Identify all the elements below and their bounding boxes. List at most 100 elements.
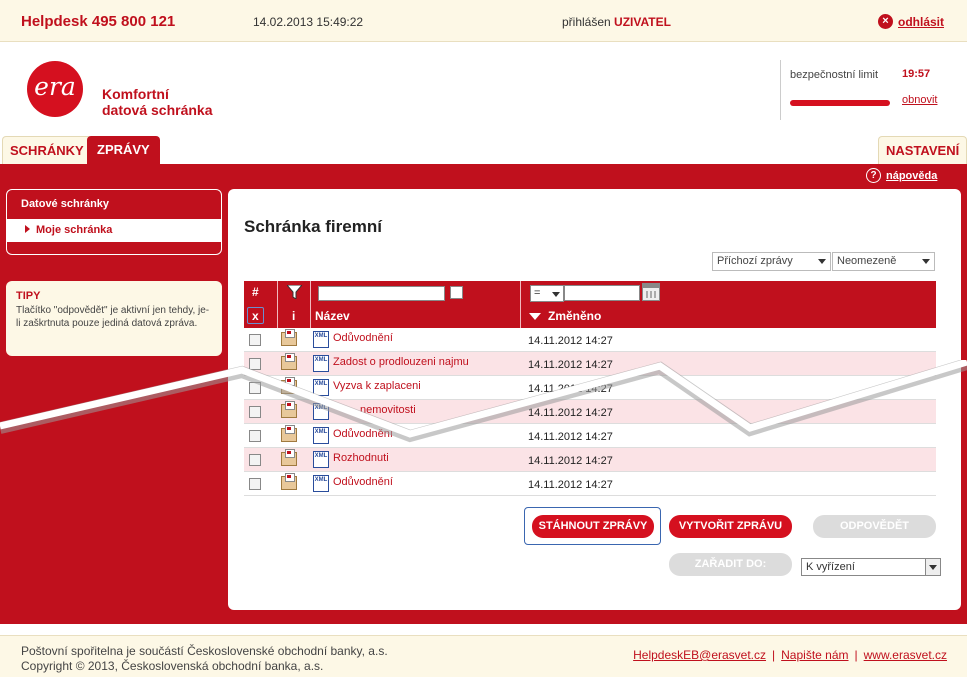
row-checkbox[interactable] (249, 454, 261, 466)
security-limit-bar (790, 100, 890, 106)
footer-copyright: Copyright © 2013, Československá obchodn… (21, 659, 324, 673)
help-link[interactable]: ? nápověda (866, 168, 937, 183)
row-checkbox[interactable] (249, 406, 261, 418)
footer-links: HelpdeskEB@erasvet.cz | Napište nám | ww… (633, 648, 947, 662)
page-title: Schránka firemní (244, 217, 382, 236)
hash-header: # (252, 285, 259, 299)
envelope-icon (281, 377, 297, 394)
message-type-select[interactable]: Příchozí zprávy (712, 252, 831, 271)
envelope-icon (281, 473, 297, 490)
tab-nastaveni[interactable]: NASTAVENÍ (878, 136, 967, 164)
name-column-header[interactable]: Název (315, 309, 350, 323)
login-prefix: přihlášen (562, 15, 611, 29)
assign-to-button[interactable]: ZAŘADIT DO: (669, 553, 792, 576)
filter-row: # = (244, 281, 936, 304)
logout-link[interactable]: × odhlásit (878, 14, 944, 29)
xml-doc-icon: XML (313, 427, 329, 444)
website-link[interactable]: www.erasvet.cz (864, 648, 947, 662)
envelope-icon (281, 401, 297, 418)
table-row[interactable]: XML nemovitosti 14.11.2012 14:27 (244, 400, 936, 424)
tab-zpravy[interactable]: ZPRÁVY (87, 136, 160, 164)
row-checkbox[interactable] (249, 478, 261, 490)
tab-schranky[interactable]: SCHRÁNKY (2, 136, 92, 164)
xml-doc-icon: XML (313, 379, 329, 396)
brand-line-2: datová schránka (102, 102, 213, 118)
limit-select[interactable]: Neomezeně (832, 252, 935, 271)
chevron-down-icon (818, 259, 826, 264)
message-type-value: Příchozí zprávy (717, 255, 793, 267)
content-panel: Schránka firemní Příchozí zprávy Neomeze… (228, 189, 961, 610)
date-operator-select[interactable]: = (530, 285, 564, 302)
tips-box: TIPY Tlačítko "odpovědět" je aktivní jen… (6, 281, 222, 356)
chevron-down-icon (925, 559, 940, 575)
tips-title: TIPY (16, 290, 41, 302)
assign-folder-value: K vyřízení (806, 561, 855, 573)
tips-text: Tlačítko "odpovědět" je aktivní jen tehd… (16, 305, 210, 329)
table-row[interactable]: XML Odůvodnění 14.11.2012 14:27 (244, 328, 936, 352)
write-us-link[interactable]: Napište nám (781, 648, 848, 662)
help-icon: ? (866, 168, 881, 183)
sidebar-item-my-mailbox[interactable]: Moje schránka (7, 219, 221, 242)
xml-doc-icon: XML (313, 403, 329, 420)
message-name[interactable]: Vyzva k zaplaceni (333, 380, 421, 392)
envelope-icon (281, 425, 297, 442)
message-date: 14.11.2012 14:27 (528, 383, 613, 395)
message-name[interactable]: Odůvodnění (333, 428, 393, 440)
xml-doc-icon: XML (313, 355, 329, 372)
table-row[interactable]: XML Vyzva k zaplaceni 14.11.2012 14:27 (244, 376, 936, 400)
brand-line-1: Komfortní (102, 86, 169, 102)
xml-doc-icon: XML (313, 451, 329, 468)
table-row[interactable]: XML Zadost o prodlouzeni najmu 14.11.201… (244, 352, 936, 376)
security-limit-panel: bezpečnostní limit 19:57 obnovit (780, 60, 967, 120)
date-filter-input[interactable] (564, 285, 640, 301)
helpdesk-email-link[interactable]: HelpdeskEB@erasvet.cz (633, 648, 766, 662)
message-date: 14.11.2012 14:27 (528, 479, 613, 491)
message-name[interactable]: Rozhodnuti (333, 452, 389, 464)
era-logo: era (27, 61, 83, 117)
row-checkbox[interactable] (249, 382, 261, 394)
table-row[interactable]: XML Odůvodnění 14.11.2012 14:27 (244, 424, 936, 448)
envelope-icon (281, 449, 297, 466)
column-header-row: x i Název Změněno (244, 304, 936, 328)
help-label: nápověda (886, 169, 938, 182)
message-date: 14.11.2012 14:27 (528, 455, 613, 467)
chevron-down-icon (552, 292, 560, 297)
footer-company-note: Poštovní spořitelna je součástí Českoslo… (21, 644, 388, 658)
footer-separator: | (772, 648, 776, 662)
operator-value: = (534, 287, 541, 299)
message-name[interactable]: Odůvodnění (333, 476, 393, 488)
download-messages-button[interactable]: STÁHNOUT ZPRÁVY (532, 515, 654, 538)
changed-column-header[interactable]: Změněno (548, 309, 601, 323)
create-message-button[interactable]: VYTVOŘIT ZPRÁVU (669, 515, 792, 538)
message-name[interactable]: Odůvodnění (333, 332, 393, 344)
reply-button[interactable]: ODPOVĚDĚT (813, 515, 936, 538)
name-filter-checkbox[interactable] (450, 286, 463, 299)
table-row[interactable]: XML Odůvodnění 14.11.2012 14:27 (244, 472, 936, 496)
select-all-x: x (252, 309, 259, 323)
row-checkbox[interactable] (249, 430, 261, 442)
filter-icon[interactable] (287, 285, 302, 299)
sidebar-title: Datové schránky (21, 198, 110, 210)
renew-link[interactable]: obnovit (902, 94, 937, 106)
calendar-icon[interactable] (642, 283, 660, 301)
close-icon: × (878, 14, 893, 29)
current-datetime: 14.02.2013 15:49:22 (253, 15, 364, 29)
helpdesk-phone: Helpdesk 495 800 121 (21, 13, 176, 30)
message-date: 14.11.2012 14:27 (528, 407, 613, 419)
envelope-icon (281, 353, 297, 370)
message-name[interactable]: Zadost o prodlouzeni najmu (333, 356, 469, 368)
arrow-right-icon (25, 225, 30, 233)
table-row[interactable]: XML Rozhodnuti 14.11.2012 14:27 (244, 448, 936, 472)
row-checkbox[interactable] (249, 358, 261, 370)
logout-label: odhlásit (898, 14, 945, 29)
sidebar-mailboxes: Datové schránky Moje schránka (6, 189, 222, 255)
row-checkbox[interactable] (249, 334, 261, 346)
info-header: i (292, 309, 296, 323)
security-limit-time: 19:57 (902, 68, 931, 80)
message-date: 14.11.2012 14:27 (528, 431, 613, 443)
limit-value: Neomezeně (837, 255, 897, 267)
name-filter-input[interactable] (318, 286, 445, 301)
message-name[interactable]: nemovitosti (360, 404, 416, 416)
assign-folder-select[interactable]: K vyřízení (801, 558, 941, 576)
security-limit-label: bezpečnostní limit (790, 69, 879, 81)
